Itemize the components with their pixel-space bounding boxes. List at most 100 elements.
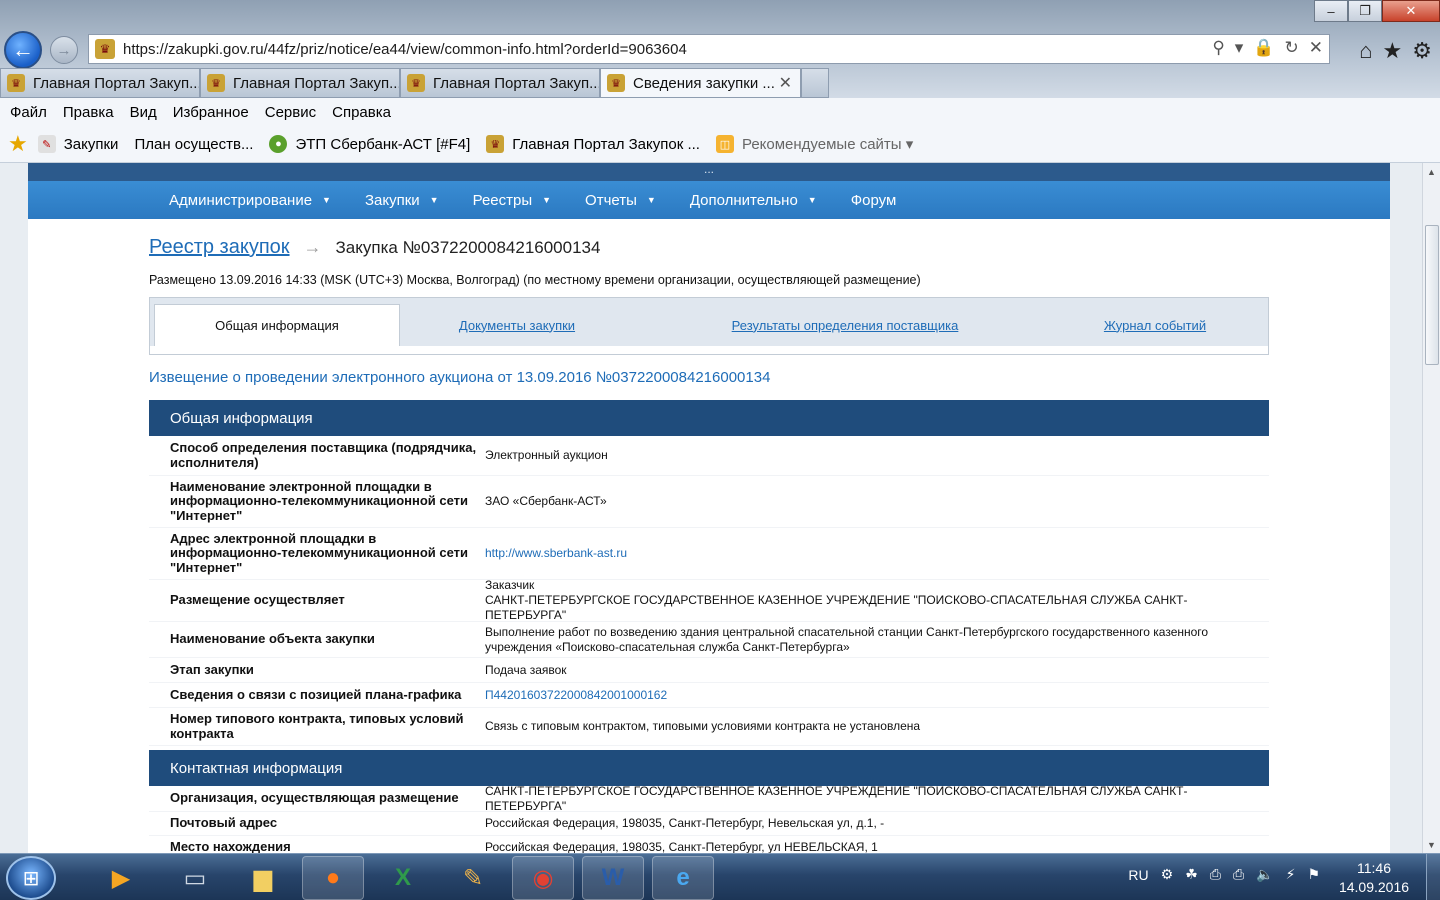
url-text[interactable]: https://zakupki.gov.ru/44fz/priz/notice/… [123, 41, 687, 58]
scroll-down-arrow-icon[interactable]: ▼ [1423, 836, 1440, 853]
flag-icon[interactable]: ⚑ [1307, 866, 1320, 883]
menu-tools[interactable]: Сервис [265, 104, 316, 121]
system-clock[interactable]: 11:46 14.09.2016 [1334, 859, 1414, 897]
nav-registries[interactable]: Реестры ▼ [473, 192, 551, 209]
menu-file[interactable]: Файл [10, 104, 47, 121]
nav-forum[interactable]: Форум [851, 192, 897, 209]
tab-event-log[interactable]: Журнал событий [1080, 304, 1230, 346]
tools-icon: ✎ [37, 135, 56, 153]
nav-administration[interactable]: Администрирование ▼ [169, 192, 331, 209]
info-row: Наименование объекта закупки Выполнение … [149, 622, 1269, 658]
printer-icon[interactable]: ⎙ [1233, 866, 1244, 883]
chrome-icon[interactable]: ◉ [512, 856, 574, 900]
new-tab-button[interactable] [801, 68, 829, 98]
printer-icon[interactable]: ⎙ [1210, 866, 1221, 883]
tab-general-info[interactable]: Общая информация [154, 304, 400, 346]
menu-help[interactable]: Справка [332, 104, 391, 121]
row-value: Электронный аукцион [485, 448, 608, 462]
row-label: Наименование объекта закупки [170, 631, 375, 647]
nav-additional[interactable]: Дополнительно ▼ [690, 192, 817, 209]
lock-icon[interactable]: 🔒 [1253, 38, 1274, 58]
chevron-down-icon: ▼ [807, 195, 817, 205]
tab-favicon-icon: ♛ [607, 74, 625, 92]
firefox-icon[interactable]: ● [302, 856, 364, 900]
nav-purchases[interactable]: Закупки ▼ [365, 192, 439, 209]
tab-results[interactable]: Результаты определения поставщика [710, 304, 980, 346]
tab-documents[interactable]: Документы закупки [412, 304, 622, 346]
paint-icon[interactable]: ✎ [442, 856, 504, 900]
refresh-icon[interactable]: ↻ [1285, 38, 1299, 58]
scroll-up-arrow-icon[interactable]: ▲ [1423, 163, 1440, 180]
home-icon[interactable]: ⌂ [1359, 38, 1372, 64]
search-icon[interactable]: ⚲ [1212, 38, 1224, 58]
tab-favicon-icon: ♛ [7, 74, 25, 92]
info-row: Номер типового контракта, типовых услови… [149, 708, 1269, 746]
internet-explorer-icon[interactable]: e [652, 856, 714, 900]
chevron-down-icon: ▼ [429, 195, 439, 205]
favorite-item[interactable]: План осуществ... [134, 136, 253, 153]
posted-info: Размещено 13.09.2016 14:33 (MSK (UTC+3) … [149, 273, 921, 287]
tab-label: Главная Портал Закуп... [433, 74, 600, 92]
row-label: Почтовый адрес [170, 815, 278, 831]
top-strip: ... [28, 163, 1390, 181]
settings-gear-icon[interactable]: ⚙ [1412, 38, 1432, 64]
tray-app-icon[interactable]: ⚙ [1161, 866, 1174, 883]
stop-icon[interactable]: ✕ [1309, 38, 1323, 58]
system-tray: RU ⚙ ☘ ⎙ ⎙ 🔈 ⚡ ⚑ [1128, 866, 1320, 883]
favorites-star-icon[interactable]: ★ [1383, 38, 1403, 64]
browser-tab-active[interactable]: ♛ Сведения закупки ... ✕ [600, 68, 801, 98]
row-label: Организация, осуществляющая размещение [170, 790, 459, 806]
browser-tab[interactable]: ♛ Главная Портал Закуп... [0, 68, 200, 98]
close-window-button[interactable]: ✕ [1382, 0, 1440, 22]
scrollbar-thumb[interactable] [1425, 225, 1439, 365]
back-button[interactable]: ← [4, 31, 42, 69]
explorer-folder-icon[interactable]: ▆ [232, 856, 294, 900]
tray-app-icon[interactable]: ☘ [1185, 866, 1198, 883]
scanner-icon[interactable]: ▭ [164, 856, 226, 900]
favorite-item[interactable]: ♛ Главная Портал Закупок ... [486, 135, 700, 153]
word-icon[interactable]: W [582, 856, 644, 900]
chevron-down-icon: ▼ [542, 195, 552, 205]
nav-reports[interactable]: Отчеты ▼ [585, 192, 656, 209]
info-row: Сведения о связи с позицией плана-график… [149, 683, 1269, 708]
minimize-button[interactable]: – [1314, 0, 1348, 22]
row-value: Выполнение работ по возведению здания це… [485, 624, 1209, 654]
address-bar[interactable]: ♛ https://zakupki.gov.ru/44fz/priz/notic… [88, 34, 1330, 64]
add-favorite-star-icon[interactable]: ★ [8, 131, 28, 157]
vertical-scrollbar[interactable]: ▲ ▼ [1422, 163, 1440, 853]
platform-link[interactable]: http://www.sberbank-ast.ru [485, 546, 1269, 561]
row-label: Номер типового контракта, типовых услови… [170, 711, 464, 741]
row-value: Связь с типовым контрактом, типовыми усл… [485, 719, 921, 733]
network-icon[interactable]: ⚡ [1286, 866, 1296, 883]
breadcrumb-registry-link[interactable]: Реестр закупок [149, 236, 290, 259]
favorite-item[interactable]: ● ЭТП Сбербанк-АСТ [#F4] [269, 135, 470, 153]
show-desktop-button[interactable] [1426, 854, 1440, 900]
sberbank-icon: ● [269, 135, 288, 153]
page-title: Закупка №0372200084216000134 [335, 237, 601, 257]
start-button[interactable]: ⊞ [6, 856, 56, 900]
info-row: Адрес электронной площадки в информацион… [149, 528, 1269, 580]
dropdown-icon[interactable]: ▾ [1235, 38, 1244, 58]
info-row: Почтовый адрес Российская Федерация, 198… [149, 812, 1269, 836]
menu-favorites[interactable]: Избранное [173, 104, 249, 121]
tab-label: Сведения закупки ... [633, 74, 775, 92]
media-player-icon[interactable]: ▶ [90, 856, 152, 900]
language-indicator[interactable]: RU [1128, 867, 1148, 883]
excel-icon[interactable]: X [372, 856, 434, 900]
browser-tab[interactable]: ♛ Главная Портал Закуп... [200, 68, 400, 98]
info-row: Этап закупки Подача заявок [149, 658, 1269, 683]
plan-position-link[interactable]: П44201603722000842001000162 [485, 688, 1269, 703]
browser-tab[interactable]: ♛ Главная Портал Закуп... [400, 68, 600, 98]
clock-date: 14.09.2016 [1338, 879, 1410, 895]
menu-view[interactable]: Вид [130, 104, 157, 121]
favorite-item[interactable]: ◫ Рекомендуемые сайты ▾ [715, 135, 913, 153]
maximize-button[interactable]: ❐ [1348, 0, 1382, 22]
close-tab-icon[interactable]: ✕ [779, 73, 792, 93]
row-label: Этап закупки [170, 661, 254, 677]
tab-favicon-icon: ♛ [407, 74, 425, 92]
volume-icon[interactable]: 🔈 [1256, 866, 1273, 883]
row-label: Сведения о связи с позицией плана-график… [170, 686, 462, 702]
favorite-item[interactable]: ✎ Закупки [37, 135, 118, 153]
forward-button[interactable]: → [50, 36, 78, 64]
menu-edit[interactable]: Правка [63, 104, 114, 121]
